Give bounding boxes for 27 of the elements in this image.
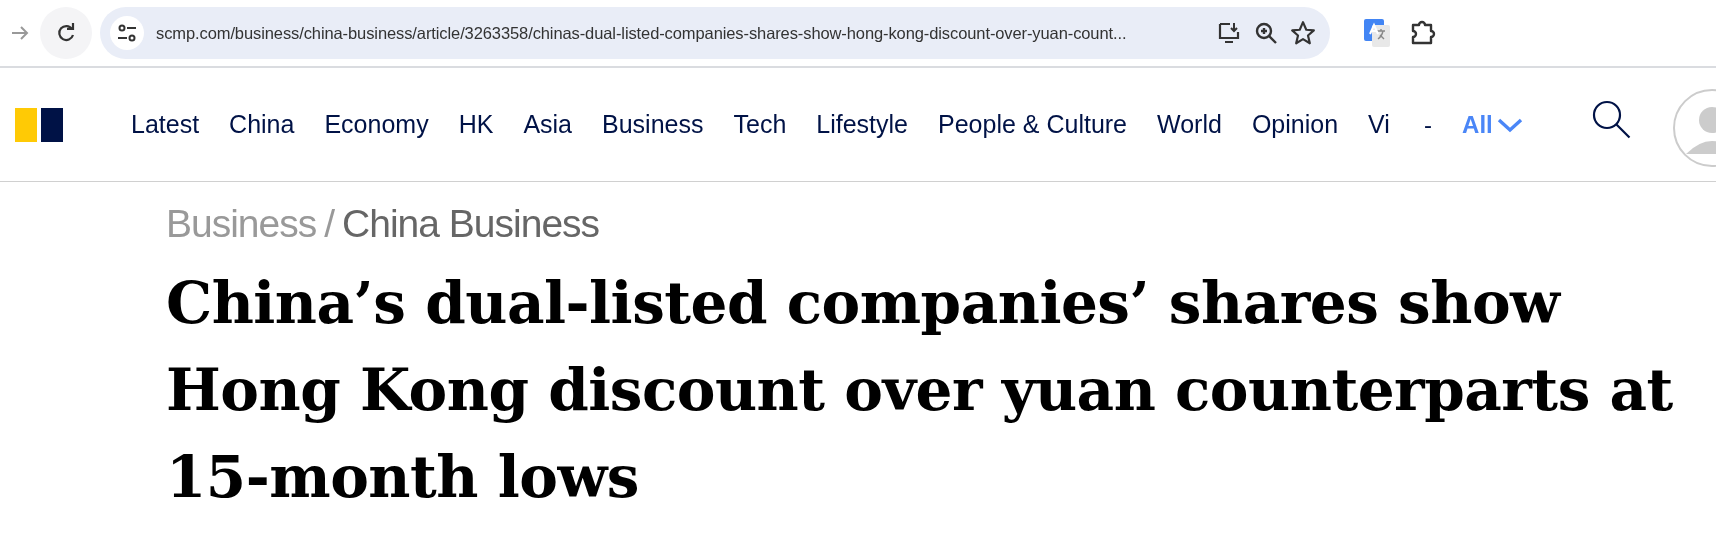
nav-link[interactable]: Opinion <box>1251 110 1339 139</box>
url-text: scmp.com/business/china-business/article/3263358/chinas-dual-listed-companies-shares-show-hong-kong-discount-over-yuan-count... <box>156 23 1128 43</box>
reload-button[interactable] <box>40 7 92 59</box>
caret-icon[interactable] <box>1496 116 1523 133</box>
nav-link[interactable]: Tech <box>733 110 787 139</box>
nav-link[interactable]: People & Culture <box>938 110 1128 139</box>
nav-link[interactable]: Vi <box>1368 110 1395 139</box>
nav-link[interactable]: Business <box>602 110 704 139</box>
site-settings-icon[interactable] <box>110 16 144 50</box>
nav-link[interactable]: Latest <box>131 110 200 139</box>
star-icon[interactable] <box>1290 20 1316 46</box>
zoom-icon[interactable] <box>1254 21 1278 45</box>
nav-link[interactable]: China <box>229 110 295 139</box>
logo-icon[interactable] <box>15 107 63 142</box>
install-icon[interactable] <box>1216 20 1242 46</box>
breadcrumb-link[interactable]: China Business <box>342 202 600 246</box>
article-headline: China’s dual-listed companies’ shares show Hong Kong discount over yuan counterparts at 15-month lows <box>166 268 1674 513</box>
breadcrumb-separator: / <box>324 202 335 246</box>
extensions-icon[interactable] <box>1410 19 1436 45</box>
translate-icon[interactable] <box>1364 19 1390 47</box>
nav-link[interactable]: Asia <box>523 110 573 139</box>
nav-separator: - <box>1424 110 1433 139</box>
nav-link[interactable]: Economy <box>324 110 429 139</box>
address-bar[interactable]: scmp.com/business/china-business/article/3263358/chinas-dual-listed-companies-shares-show-hong-kong-discount-over-yuan-count... <box>100 7 1330 59</box>
nav-link[interactable]: HK <box>458 110 494 139</box>
nav-link[interactable]: Lifestyle <box>816 110 908 139</box>
nav-link[interactable]: World <box>1157 110 1222 139</box>
